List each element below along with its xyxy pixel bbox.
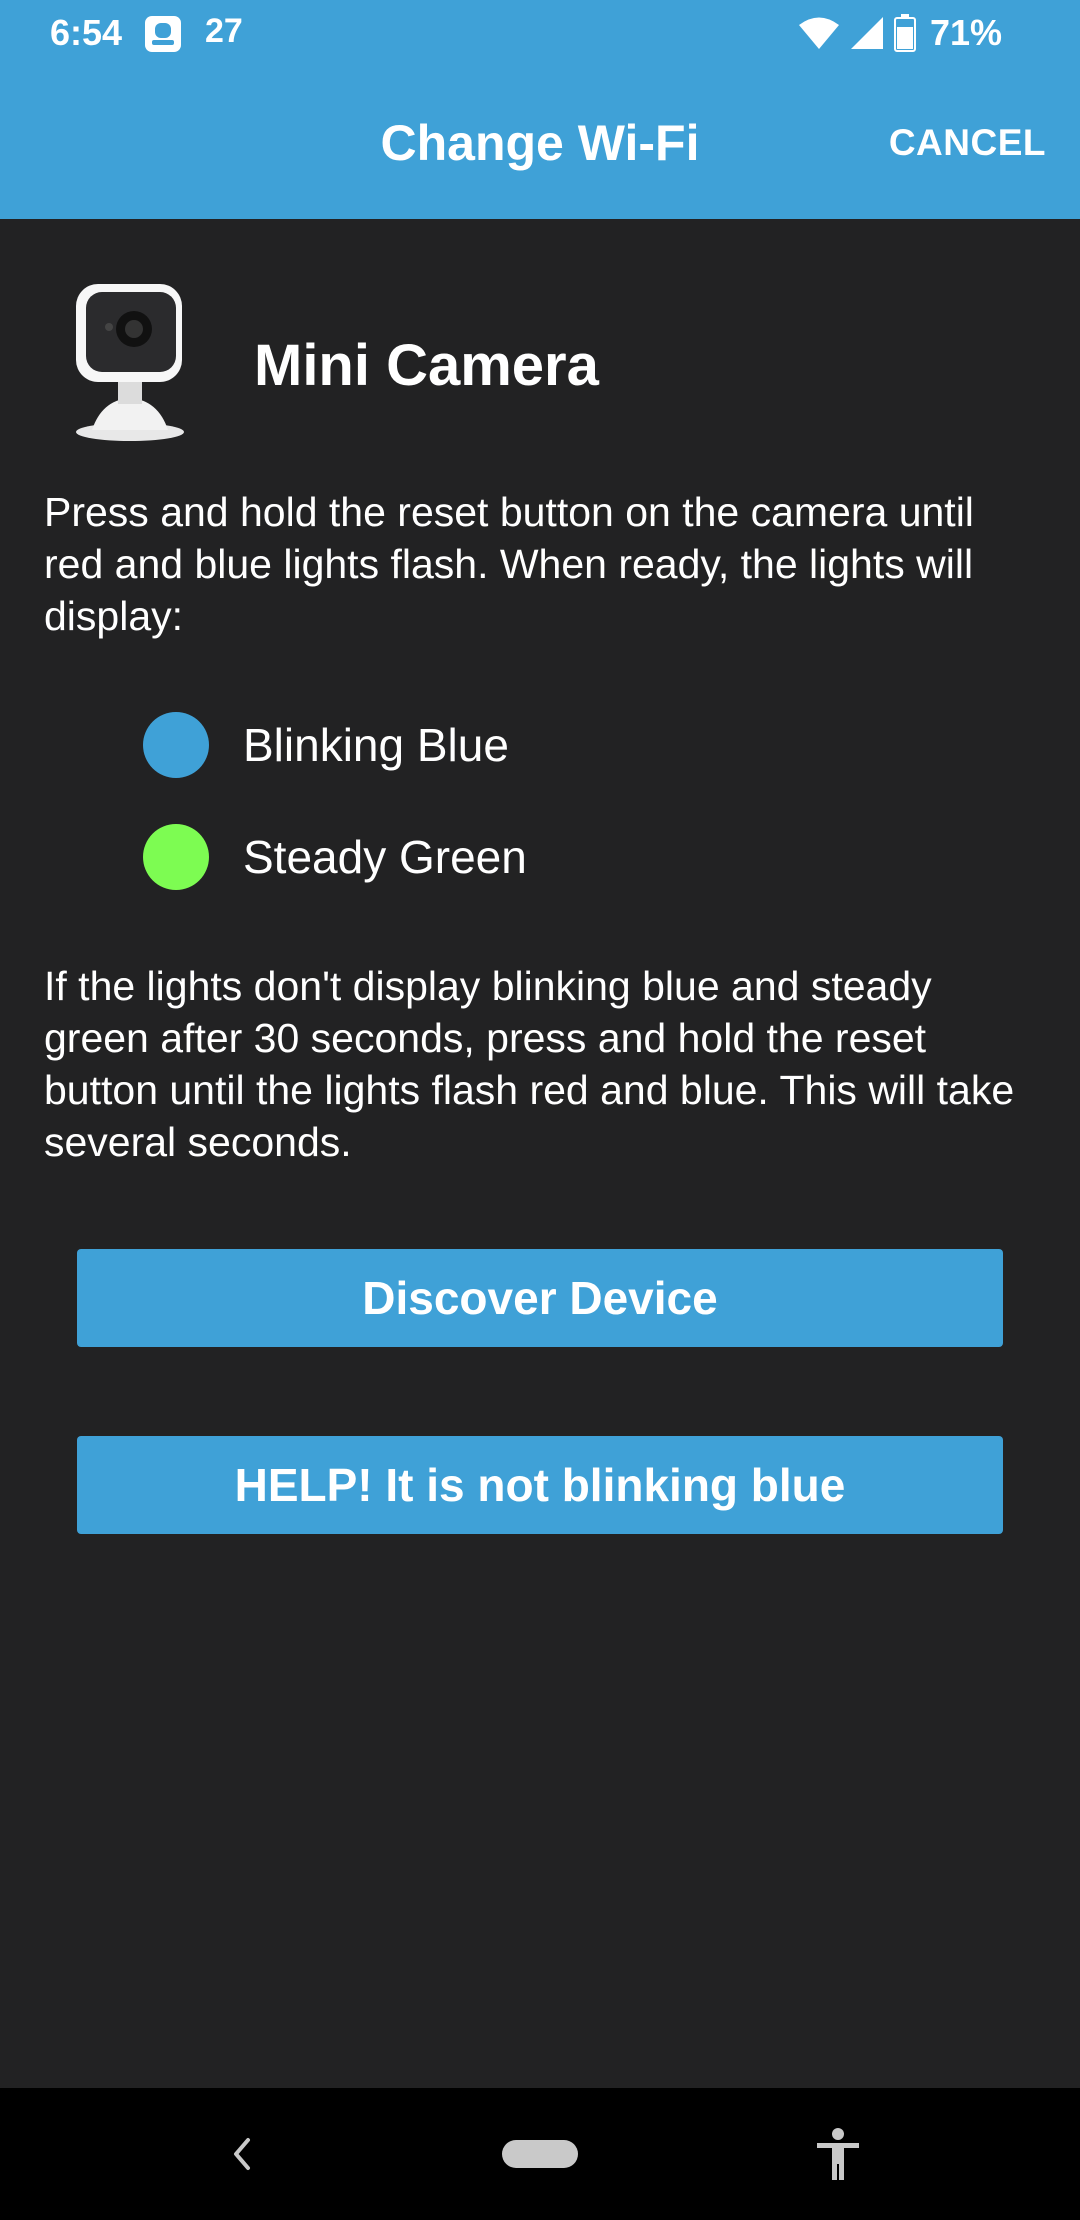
cancel-button[interactable]: CANCEL [889,118,1046,168]
help-button[interactable]: HELP! It is not blinking blue [77,1436,1003,1534]
discover-device-button[interactable]: Discover Device [77,1249,1003,1347]
light-label: Steady Green [243,831,527,883]
status-time: 6:54 [50,12,123,53]
green-dot-icon [143,824,209,890]
camera-icon [76,284,184,441]
troubleshooting-note: If the lights don't display blinking blu… [44,963,1015,1165]
signal-icon [850,17,883,49]
light-indicator-blue: Blinking Blue [143,711,509,779]
device-header: Mini Camera [72,282,972,452]
home-pill-icon[interactable] [502,2140,578,2168]
reset-instructions: Press and hold the reset button on the c… [44,489,974,639]
blue-dot-icon [143,712,209,778]
notification-icon [145,16,181,52]
status-bar: 6:54 27 71% [0,0,1080,66]
notification-count: 27 [205,12,243,50]
status-indicators: 71% [798,12,1002,54]
light-label: Blinking Blue [243,719,509,771]
battery-percent: 71% [929,12,1002,53]
battery-icon [893,14,916,52]
device-name: Mini Camera [254,333,599,398]
app-header: 6:54 27 71% Change Wi-Fi CANCEL [0,0,1080,219]
light-indicator-green: Steady Green [143,823,527,891]
wifi-icon [798,17,839,49]
accessibility-icon[interactable] [815,2128,861,2182]
navigation-bar [0,2088,1080,2220]
back-icon[interactable] [226,2132,256,2176]
